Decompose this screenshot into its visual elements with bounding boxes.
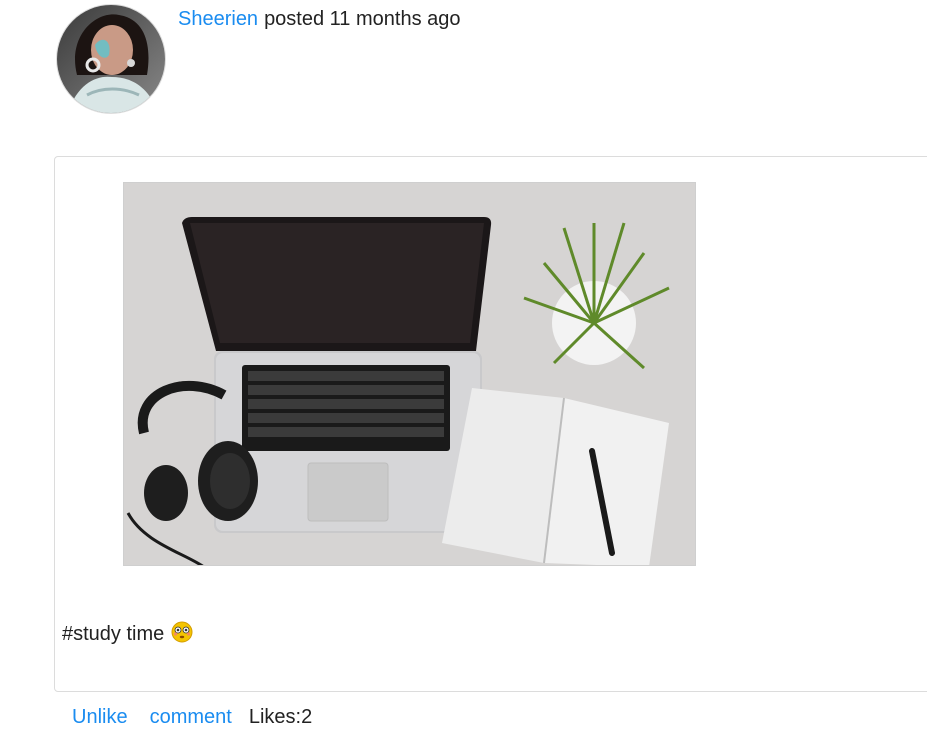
post-card: #study time — [54, 156, 927, 692]
author-link[interactable]: Sheerien — [178, 8, 258, 30]
comment-button[interactable]: comment — [150, 706, 232, 728]
caption-text: #study time — [62, 623, 165, 645]
likes-count: Likes:2 — [248, 706, 313, 728]
flushed-face-emoji-icon — [171, 621, 193, 643]
post-header: Sheerien posted 11 months ago — [178, 7, 461, 31]
post-image[interactable] — [123, 182, 696, 566]
laptop-desk-photo-icon — [124, 183, 695, 565]
unlike-button[interactable]: Unlike — [72, 706, 128, 728]
post-actions: Unlike comment Likes:2 — [72, 705, 312, 729]
post-meta: posted 11 months ago — [264, 8, 461, 30]
post-caption: #study time — [62, 621, 193, 647]
author-avatar[interactable] — [56, 4, 166, 114]
avatar-image — [57, 5, 165, 113]
